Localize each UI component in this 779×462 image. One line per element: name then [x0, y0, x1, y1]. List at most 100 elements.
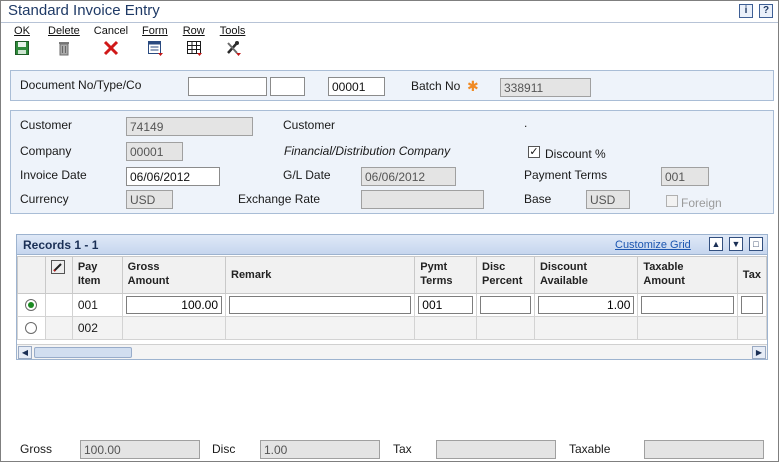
col-remark[interactable]: Remark	[224, 256, 416, 294]
col-tax[interactable]: Tax	[736, 256, 768, 294]
total-tax-field	[436, 440, 556, 459]
col-pymt-terms[interactable]: Pymt Terms	[414, 256, 478, 294]
gross-amount-cell[interactable]	[121, 316, 227, 340]
pay-item-cell: 001	[71, 293, 123, 317]
customer-label: Customer	[20, 118, 73, 132]
import-icon[interactable]: ▼	[729, 237, 743, 251]
col-pay-item[interactable]: Pay Item	[71, 256, 123, 294]
tools-label: Tools	[219, 25, 246, 37]
col-discount-available[interactable]: Discount Available	[533, 256, 639, 294]
scroll-thumb[interactable]	[34, 347, 132, 358]
company-name: Financial/Distribution Company	[284, 144, 451, 158]
document-number-input[interactable]	[188, 77, 267, 96]
customer-field	[126, 117, 253, 136]
table-header-row: Pay Item Gross Amount Remark Pymt Terms Dis…	[17, 256, 768, 294]
close-icon	[103, 40, 118, 56]
scroll-right-icon[interactable]: ▶	[752, 346, 766, 359]
pay-item-cell: 002	[71, 316, 123, 340]
total-gross-field	[80, 440, 200, 459]
cancel-label: Cancel	[93, 25, 129, 37]
grid-icons: ▲ ▼ □	[709, 237, 763, 251]
row-label: Row	[182, 25, 205, 37]
disc-percent-input[interactable]	[480, 296, 531, 314]
invoice-date-input[interactable]	[126, 167, 220, 186]
discount-available-input[interactable]	[537, 296, 635, 314]
edit-column-header[interactable]	[44, 256, 73, 294]
records-grid: Records 1 - 1 Customize Grid ▲ ▼ □ Pay It…	[16, 234, 768, 360]
ok-button[interactable]: OK	[10, 25, 34, 56]
tax-input[interactable]	[740, 296, 763, 314]
total-disc-field	[260, 440, 380, 459]
company-label: Company	[20, 144, 72, 158]
document-type-input[interactable]	[270, 77, 305, 96]
taxable-amount-input[interactable]	[641, 296, 734, 314]
total-taxable-label: Taxable	[569, 442, 611, 456]
batch-number-field	[500, 78, 591, 97]
toolbar: OK Delete Cancel Form Row Tools	[10, 25, 259, 56]
batch-label: Batch No	[411, 79, 461, 93]
col-gross-amount[interactable]: Gross Amount	[121, 256, 227, 294]
customize-grid-link[interactable]: Customize Grid	[615, 239, 691, 251]
foreign-label: Foreign	[681, 196, 722, 210]
taxable-amount-cell[interactable]	[637, 316, 738, 340]
pymt-terms-input[interactable]	[418, 296, 474, 314]
table-row[interactable]: 001	[17, 293, 768, 317]
payment-terms-label: Payment Terms	[524, 168, 608, 182]
exchange-rate-label: Exchange Rate	[238, 192, 321, 206]
edit-row-icon	[50, 260, 65, 274]
table-row[interactable]: 002	[17, 316, 768, 340]
document-company-input[interactable]	[328, 77, 385, 96]
scroll-left-icon[interactable]: ◀	[18, 346, 32, 359]
row-menu[interactable]: Row	[182, 25, 206, 56]
total-gross-label: Gross	[20, 442, 53, 456]
help-icon[interactable]: ?	[759, 4, 773, 18]
customer-name-value: .	[524, 116, 528, 130]
col-disc-percent[interactable]: Disc Percent	[476, 256, 535, 294]
grid-title: Records 1 - 1	[23, 238, 99, 252]
currency-label: Currency	[20, 192, 69, 206]
grid-header-bar: Records 1 - 1 Customize Grid ▲ ▼ □	[17, 235, 767, 255]
exchange-rate-field	[361, 190, 484, 209]
remark-input[interactable]	[229, 296, 412, 314]
foreign-checkbox[interactable]	[666, 195, 678, 207]
pymt-terms-cell[interactable]	[414, 316, 478, 340]
cancel-button[interactable]: Cancel	[94, 25, 128, 56]
customer-name-label: Customer	[283, 118, 336, 132]
maximize-icon[interactable]: □	[749, 237, 763, 251]
tools-menu[interactable]: Tools	[219, 25, 246, 56]
window-title: Standard Invoice Entry	[8, 2, 160, 19]
save-icon	[15, 41, 29, 55]
discount-checkbox[interactable]: ✓	[528, 146, 540, 158]
col-taxable-amount[interactable]: Taxable Amount	[637, 256, 738, 294]
invoice-date-label: Invoice Date	[20, 168, 87, 182]
total-disc-label: Disc	[212, 442, 236, 456]
total-tax-label: Tax	[393, 442, 412, 456]
form-menu[interactable]: Form	[142, 25, 168, 56]
gl-date-field	[361, 167, 456, 186]
total-taxable-field	[644, 440, 764, 459]
company-field	[126, 142, 183, 161]
base-label: Base	[524, 192, 552, 206]
title-divider	[1, 22, 778, 23]
gross-amount-input[interactable]	[125, 296, 222, 314]
trash-icon	[58, 42, 69, 56]
row-select-radio[interactable]	[25, 299, 38, 311]
form-label: Form	[142, 25, 168, 37]
info-icon[interactable]: i	[739, 4, 753, 18]
discount-label: Discount %	[545, 147, 606, 161]
payment-terms-field	[661, 167, 709, 186]
disc-percent-cell[interactable]	[476, 316, 535, 340]
tax-cell[interactable]	[736, 316, 768, 340]
title-icons: i ?	[739, 4, 773, 18]
row-select-radio[interactable]	[25, 322, 38, 334]
discount-available-cell[interactable]	[533, 316, 639, 340]
records-table: Pay Item Gross Amount Remark Pymt Terms Dis…	[17, 256, 768, 340]
delete-button[interactable]: Delete	[48, 25, 80, 56]
form-icon	[147, 41, 163, 56]
gl-date-label: G/L Date	[283, 168, 331, 182]
export-icon[interactable]: ▲	[709, 237, 723, 251]
currency-field	[126, 190, 173, 209]
horizontal-scrollbar[interactable]: ◀ ▶	[17, 344, 767, 359]
document-label: Document No/Type/Co	[20, 78, 142, 92]
remark-cell[interactable]	[224, 316, 416, 340]
